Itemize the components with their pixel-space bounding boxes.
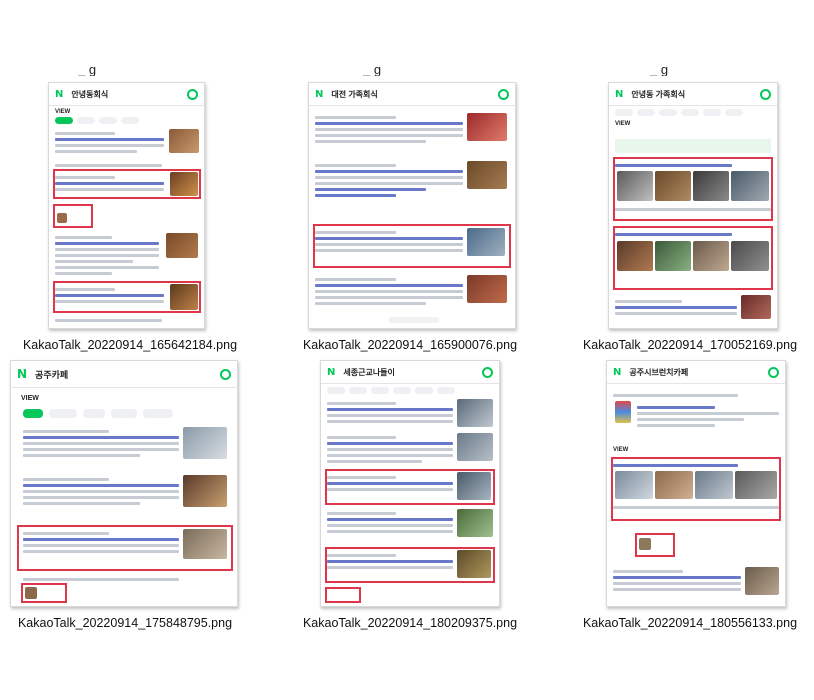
naver-logo-icon: N: [315, 88, 324, 100]
view-label: VIEW: [55, 109, 71, 115]
naver-logo-icon: N: [327, 366, 336, 378]
file-tile[interactable]: N 대전 가족회식 KakaoTalk_20220914_165900076.p…: [280, 80, 540, 360]
file-tile[interactable]: N 공주카페 VIEW KakaoTalk_20220914_175848795…: [0, 358, 260, 648]
file-name[interactable]: KakaoTalk_20220914_165900076.png: [300, 338, 520, 352]
previous-row-cut-text: _ g: [363, 62, 382, 76]
file-tile[interactable]: N 안녕동 가족회식 VIEW KakaoTalk_20220914_17005…: [570, 80, 814, 360]
search-icon: [760, 89, 771, 100]
search-query: 대전 가족회식: [331, 89, 378, 99]
file-tile[interactable]: N 공주시브런치카페 VIEW KakaoTalk_20220914_18055…: [570, 358, 814, 648]
search-bar: N 공주시브런치카페: [607, 361, 785, 384]
search-query: 안녕동회식: [71, 89, 109, 99]
file-tile[interactable]: N 세종근교나들이 KakaoTalk_20220914_180209375.p…: [300, 358, 540, 648]
search-bar: N 안녕동 가족회식: [609, 83, 777, 106]
search-icon: [768, 367, 779, 378]
search-bar: N 세종근교나들이: [321, 361, 499, 384]
naver-logo-icon: N: [55, 88, 64, 100]
previous-row-cut-text: _ g: [78, 62, 97, 76]
file-thumbnail[interactable]: N 대전 가족회식: [308, 82, 516, 329]
file-tile[interactable]: N 안녕동회식 VIEW KakaoTalk_20220914_16564218…: [0, 80, 260, 360]
search-query: 세종근교나들이: [343, 367, 395, 377]
file-name[interactable]: KakaoTalk_20220914_180556133.png: [572, 616, 808, 630]
file-name[interactable]: KakaoTalk_20220914_175848795.png: [10, 616, 240, 630]
file-thumbnail[interactable]: N 공주시브런치카페 VIEW: [606, 360, 786, 607]
search-icon: [220, 369, 231, 380]
search-query: 안녕동 가족회식: [631, 89, 686, 99]
previous-row-cut-text: _ g: [650, 62, 669, 76]
file-name[interactable]: KakaoTalk_20220914_165642184.png: [20, 338, 240, 352]
view-label: VIEW: [21, 395, 39, 402]
view-label: VIEW: [613, 447, 629, 453]
search-icon: [498, 89, 509, 100]
search-icon: [187, 89, 198, 100]
view-label: VIEW: [615, 121, 631, 127]
highlight-box: [325, 587, 361, 603]
search-bar: N 공주카페: [11, 361, 237, 388]
search-icon: [482, 367, 493, 378]
file-name[interactable]: KakaoTalk_20220914_170052169.png: [572, 338, 808, 352]
search-query: 공주시브런치카페: [629, 367, 689, 377]
file-thumbnail[interactable]: N 안녕동회식 VIEW: [48, 82, 205, 329]
search-query: 공주카페: [35, 369, 69, 380]
search-bar: N 안녕동회식: [49, 83, 204, 106]
file-name[interactable]: KakaoTalk_20220914_180209375.png: [300, 616, 520, 630]
file-thumbnail[interactable]: N 공주카페 VIEW: [10, 360, 238, 607]
naver-logo-icon: N: [17, 367, 28, 381]
file-thumbnail[interactable]: N 안녕동 가족회식 VIEW: [608, 82, 778, 329]
file-thumbnail[interactable]: N 세종근교나들이: [320, 360, 500, 607]
search-bar: N 대전 가족회식: [309, 83, 515, 106]
naver-logo-icon: N: [613, 366, 622, 378]
naver-logo-icon: N: [615, 88, 624, 100]
